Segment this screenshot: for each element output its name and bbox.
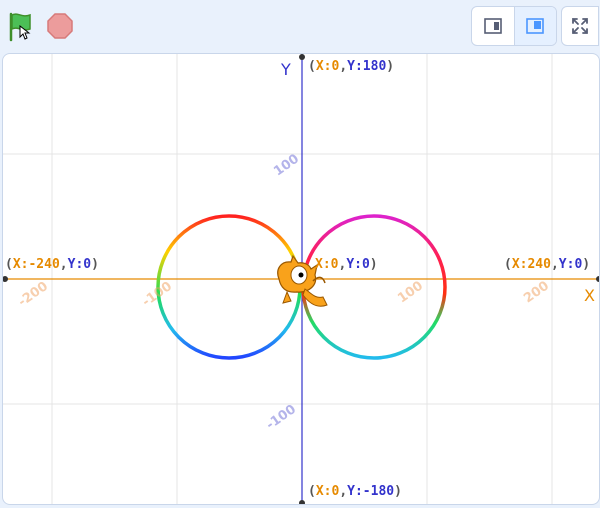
stage-canvas [3, 54, 599, 504]
x-axis-name: X [584, 286, 595, 305]
normal-stage-button[interactable] [513, 7, 556, 45]
axis-end-bottom [299, 500, 305, 504]
small-stage-icon [483, 18, 502, 34]
coord-label-right: (X:240,Y:0) [504, 257, 591, 272]
normal-stage-icon [526, 18, 545, 34]
stage[interactable]: Y X (X:0,Y:180) (X:0,Y:-180) (X:-240,Y:0… [2, 53, 600, 505]
axis-end-left [3, 276, 8, 282]
stage-size-toggle [471, 6, 557, 46]
green-flag-icon[interactable] [6, 10, 36, 42]
fullscreen-button[interactable] [561, 6, 599, 46]
stage-header [0, 0, 600, 52]
coord-label-top: (X:0,Y:180) [308, 59, 395, 74]
coord-label-bottom: (X:0,Y:-180) [308, 484, 402, 499]
left-rainbow-circle [156, 214, 302, 360]
fullscreen-icon [572, 18, 588, 34]
coord-label-center: X:0,Y:0) [315, 257, 378, 272]
coord-label-left: (X:-240,Y:0) [5, 257, 99, 272]
y-axis-name: Y [281, 60, 291, 79]
axis-end-top [299, 54, 305, 60]
axis-end-right [596, 276, 599, 282]
small-stage-button[interactable] [472, 7, 514, 45]
stop-sign-icon[interactable] [46, 12, 74, 40]
